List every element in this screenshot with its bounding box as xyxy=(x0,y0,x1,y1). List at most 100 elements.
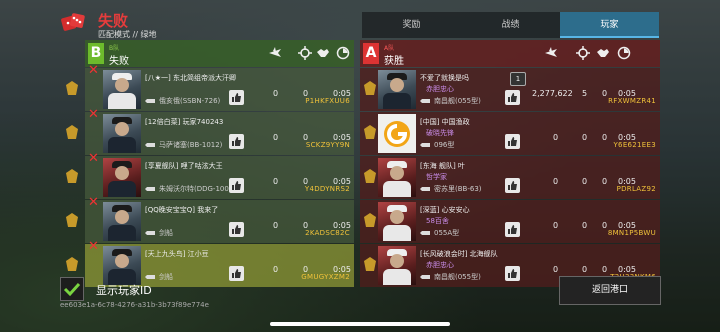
team-letter: B xyxy=(88,43,104,64)
team-result: 获胜 xyxy=(384,56,404,67)
avatar xyxy=(103,70,141,109)
player-row[interactable]: [深蓝] 心安安心 58百舍 055A型 0 0 0 0:05 8MN1P5BW… xyxy=(360,200,660,243)
destroyed-icon: ✕ xyxy=(88,195,99,210)
player-row[interactable]: ✕ [12倍白菜] 玩家740243 马萨诸塞(BB-1012) 0 0 0:0… xyxy=(66,107,354,155)
player-row[interactable]: [中国] 中国渔政 破晓先锋 096型 0 0 0 0:05 Y6E621EE3 xyxy=(360,112,660,155)
ship-icon xyxy=(420,231,430,235)
player-id: PDRLAZ92 xyxy=(616,185,656,193)
clock-icon xyxy=(617,46,631,60)
tab-players[interactable]: 玩家 xyxy=(560,12,659,38)
tab-record[interactable]: 战绩 xyxy=(461,12,560,38)
like-button[interactable] xyxy=(505,178,520,193)
ship-name: 俄亥俄(SSBN-726) xyxy=(145,96,220,106)
like-button[interactable] xyxy=(229,222,244,237)
destroyed-icon: ✕ xyxy=(88,239,99,254)
thumbs-up-icon xyxy=(508,181,517,190)
player-id: P1HKFXUU6 xyxy=(305,97,350,105)
ship-icon xyxy=(420,99,430,103)
player-row[interactable]: ✕ [八★一] 东北简组帝派大汗卿 俄亥俄(SSBN-726) 0 0 0:05… xyxy=(66,63,354,111)
player-row[interactable]: ✕ [QQ晚安宝宝Q] 我来了 剑船 0 0 0:05 2KADSC82C xyxy=(66,195,354,243)
stat-value: 0 xyxy=(602,265,608,274)
like-button[interactable] xyxy=(229,134,244,149)
stat-value: 0 xyxy=(553,133,559,142)
player-name: [长风破浪会时] 北海舰队 xyxy=(420,250,498,258)
like-button[interactable] xyxy=(229,178,244,193)
ship-name: 055A型 xyxy=(420,228,459,238)
player-row[interactable]: [东海 舰队] 叶 哲学家 密苏里(BB-63) 0 0 0 0:05 PDRL… xyxy=(360,156,660,199)
ship-icon xyxy=(420,143,430,147)
player-name: 不爱了就换是吗 xyxy=(420,74,469,82)
thumbs-up-icon xyxy=(232,225,241,234)
logo-avatar-icon xyxy=(384,121,410,147)
player-name: [八★一] 东北简组帝派大汗卿 xyxy=(145,74,236,82)
player-title: 58百舍 xyxy=(426,217,449,225)
thumbs-up-icon xyxy=(508,137,517,146)
plane-icon xyxy=(269,47,281,57)
result-title: 失败 xyxy=(98,12,129,30)
thumbs-up-icon xyxy=(232,93,241,102)
home-indicator[interactable] xyxy=(270,322,450,326)
dice-icon xyxy=(61,13,85,31)
ship-name: 朱姆沃尔特(DDG-1000) xyxy=(145,184,236,194)
destroyed-icon: ✕ xyxy=(88,107,99,122)
plane-icon xyxy=(545,47,557,57)
like-button[interactable] xyxy=(229,90,244,105)
stat-value: 0 xyxy=(602,221,608,230)
ship-icon xyxy=(420,275,430,279)
stat-value: 2,277,622 xyxy=(532,89,573,98)
stat-value: 0 xyxy=(273,89,279,98)
like-button[interactable] xyxy=(505,90,520,105)
crosshair-icon xyxy=(298,46,312,60)
count-badge: 1 xyxy=(510,72,526,86)
avatar xyxy=(103,158,141,197)
player-row-self[interactable]: ✕ [天上九头鸟] 江小豆 剑船 0 0 0:05 GMUGYXZM2 xyxy=(66,239,354,287)
team-result: 失败 xyxy=(109,56,129,67)
player-row[interactable]: 不爱了就换是吗 赤胆忠心 南昌舰(055型) 1 2,277,622 5 0 0… xyxy=(360,68,660,111)
team-a-panel: A A队 获胜 不爱了就换是吗 赤胆忠心 南昌舰(055型) 1 2,277,6… xyxy=(360,40,660,287)
team-b-header: B B队 失败 xyxy=(85,40,354,67)
rank-badge-icon xyxy=(66,81,78,95)
stat-value: 0 xyxy=(602,133,608,142)
show-id-checkbox[interactable] xyxy=(60,277,84,301)
team-a-header: A A队 获胜 xyxy=(360,40,660,67)
stat-value: 0 xyxy=(273,133,279,142)
ship-name: 剑船 xyxy=(145,272,173,282)
return-to-port-button[interactable]: 返回港口 xyxy=(559,276,661,305)
ship-name: 096型 xyxy=(420,140,454,150)
stat-value: 0 xyxy=(273,177,279,186)
clock-icon xyxy=(336,46,350,60)
stat-value: 0 xyxy=(582,133,588,142)
show-id-label[interactable]: 显示玩家ID xyxy=(96,282,152,298)
player-name: [中国] 中国渔政 xyxy=(420,118,470,126)
avatar xyxy=(103,246,141,285)
ship-name: 剑船 xyxy=(145,228,173,238)
player-row[interactable]: ✕ [享夏舰队] 哩了咕泫大王 朱姆沃尔特(DDG-1000) 0 0 0:05… xyxy=(66,151,354,199)
tab-rewards[interactable]: 奖励 xyxy=(362,12,461,38)
stat-value: 5 xyxy=(582,89,588,98)
like-button[interactable] xyxy=(505,134,520,149)
stat-value: 0 xyxy=(582,265,588,274)
handshake-icon xyxy=(317,49,329,57)
rank-badge-icon xyxy=(66,125,78,139)
ship-icon xyxy=(145,143,155,147)
player-id: SCKZ9YY9N xyxy=(305,141,350,149)
avatar xyxy=(103,114,141,153)
stat-value: 0 xyxy=(553,177,559,186)
avatar xyxy=(378,70,416,109)
player-id: GMUGYXZM2 xyxy=(301,273,350,281)
crosshair-icon xyxy=(576,46,590,60)
player-name: [12倍白菜] 玩家740243 xyxy=(145,118,224,126)
player-id: Y6E621EE3 xyxy=(613,141,656,149)
player-name: [东海 舰队] 叶 xyxy=(420,162,465,170)
player-title: 赤胆忠心 xyxy=(426,261,454,269)
like-button[interactable] xyxy=(505,266,520,281)
stat-value: 0 xyxy=(273,221,279,230)
ship-name: 南昌舰(055型) xyxy=(420,96,481,106)
thumbs-up-icon xyxy=(232,181,241,190)
like-button[interactable] xyxy=(505,222,520,237)
player-id: 2KADSC82C xyxy=(305,229,350,237)
session-uid: ee603e1a-6c78-4276-a31b-3b73f89e774e xyxy=(60,301,209,309)
like-button[interactable] xyxy=(229,266,244,281)
stat-value: 0 xyxy=(273,265,279,274)
rank-badge-icon xyxy=(66,213,78,227)
